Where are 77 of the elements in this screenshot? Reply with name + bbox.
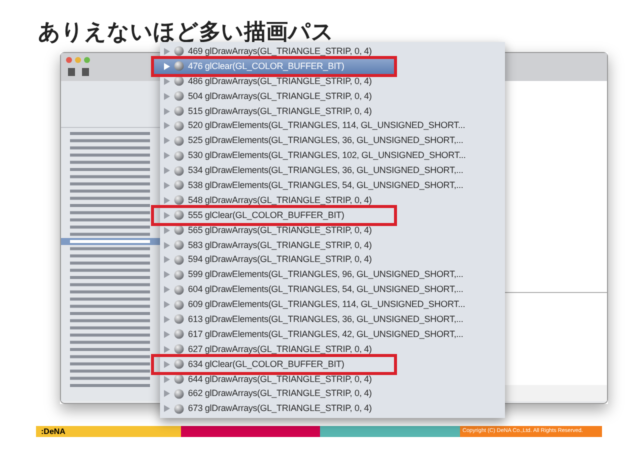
call-text: 644 glDrawArrays(GL_TRIANGLE_STRIP, 0, 4) bbox=[188, 374, 372, 384]
call-list-row[interactable]: 594 glDrawArrays(GL_TRIANGLE_STRIP, 0, 4) bbox=[160, 252, 505, 268]
sphere-icon bbox=[174, 91, 184, 102]
sphere-icon bbox=[174, 120, 184, 131]
call-list-row[interactable]: 613 glDrawElements(GL_TRIANGLES, 36, GL_UNSIGNED_SHORT,... bbox=[160, 312, 505, 327]
sphere-icon bbox=[174, 374, 184, 384]
sphere-icon bbox=[174, 225, 184, 236]
call-list-row[interactable]: 525 glDrawElements(GL_TRIANGLES, 36, GL_UNSIGNED_SHORT,... bbox=[160, 133, 505, 148]
call-text: 609 glDrawElements(GL_TRIANGLES, 114, GL_UNSIGNED_SHORT... bbox=[188, 300, 466, 310]
call-text: 538 glDrawElements(GL_TRIANGLES, 54, GL_UNSIGNED_SHORT,... bbox=[188, 180, 464, 190]
disclosure-triangle-icon[interactable] bbox=[164, 108, 170, 114]
call-list-row[interactable]: 530 glDrawElements(GL_TRIANGLES, 102, GL_UNSIGNED_SHORT... bbox=[160, 148, 505, 164]
call-list-row[interactable]: 673 glDrawArrays(GL_TRIANGLE_STRIP, 0, 4) bbox=[160, 401, 505, 416]
sphere-icon bbox=[174, 195, 184, 206]
call-text: 627 glDrawArrays(GL_TRIANGLE_STRIP, 0, 4) bbox=[188, 344, 372, 354]
call-list-row[interactable]: 644 glDrawArrays(GL_TRIANGLE_STRIP, 0, 4) bbox=[160, 372, 505, 386]
call-list-row[interactable]: 604 glDrawElements(GL_TRIANGLES, 54, GL_UNSIGNED_SHORT,... bbox=[160, 282, 505, 298]
slide-title: ありえないほど多い描画パス bbox=[38, 22, 335, 44]
call-text: 486 glDrawArrays(GL_TRIANGLE_STRIP, 0, 4) bbox=[188, 76, 372, 86]
sphere-icon bbox=[174, 136, 184, 146]
call-list-row[interactable]: 520 glDrawElements(GL_TRIANGLES, 114, GL_UNSIGNED_SHORT... bbox=[160, 118, 505, 134]
sphere-icon bbox=[174, 61, 184, 72]
call-text: 583 glDrawArrays(GL_TRIANGLE_STRIP, 0, 4) bbox=[188, 240, 372, 250]
sphere-icon bbox=[174, 240, 184, 250]
call-text: 565 glDrawArrays(GL_TRIANGLE_STRIP, 0, 4) bbox=[188, 226, 372, 235]
call-text: 476 glClear(GL_COLOR_BUFFER_BIT) bbox=[188, 62, 344, 71]
call-text: 617 glDrawElements(GL_TRIANGLES, 42, GL_UNSIGNED_SHORT,... bbox=[188, 330, 464, 339]
sphere-icon bbox=[174, 210, 184, 220]
call-text: 530 glDrawElements(GL_TRIANGLES, 102, GL_UNSIGNED_SHORT... bbox=[188, 151, 466, 160]
call-text: 673 glDrawArrays(GL_TRIANGLE_STRIP, 0, 4) bbox=[188, 404, 372, 414]
sphere-icon bbox=[174, 180, 184, 190]
sphere-icon bbox=[174, 329, 184, 340]
call-list-row[interactable]: 617 glDrawElements(GL_TRIANGLES, 42, GL_UNSIGNED_SHORT,... bbox=[160, 326, 505, 342]
sphere-icon bbox=[174, 150, 184, 161]
call-text: 515 glDrawArrays(GL_TRIANGLE_STRIP, 0, 4) bbox=[188, 106, 372, 116]
call-text: 613 glDrawElements(GL_TRIANGLES, 36, GL_UNSIGNED_SHORT,... bbox=[188, 314, 464, 324]
call-text: 534 glDrawElements(GL_TRIANGLES, 36, GL_UNSIGNED_SHORT,... bbox=[188, 166, 464, 176]
sphere-icon bbox=[174, 284, 184, 295]
sphere-icon bbox=[174, 300, 184, 310]
company-logo: :DeNA bbox=[41, 428, 66, 436]
sphere-icon bbox=[174, 388, 184, 399]
call-list-row[interactable]: 504 glDrawArrays(GL_TRIANGLE_STRIP, 0, 4) bbox=[160, 88, 505, 104]
call-list-row[interactable]: 534 glDrawElements(GL_TRIANGLES, 36, GL_UNSIGNED_SHORT,... bbox=[160, 163, 505, 178]
sphere-icon bbox=[174, 254, 184, 265]
call-list-row[interactable]: 548 glDrawArrays(GL_TRIANGLE_STRIP, 0, 4) bbox=[160, 192, 505, 208]
call-list-row[interactable]: 583 glDrawArrays(GL_TRIANGLE_STRIP, 0, 4) bbox=[160, 238, 505, 252]
sphere-icon bbox=[174, 344, 184, 354]
call-text: 604 glDrawElements(GL_TRIANGLES, 54, GL_UNSIGNED_SHORT,... bbox=[188, 285, 464, 294]
sphere-icon bbox=[174, 314, 184, 324]
call-list-row[interactable]: 486 glDrawArrays(GL_TRIANGLE_STRIP, 0, 4) bbox=[160, 74, 505, 89]
call-list-row[interactable]: 565 glDrawArrays(GL_TRIANGLE_STRIP, 0, 4) bbox=[160, 222, 505, 238]
sphere-icon bbox=[174, 166, 184, 176]
call-list-row[interactable]: 627 glDrawArrays(GL_TRIANGLE_STRIP, 0, 4) bbox=[160, 342, 505, 357]
call-list-row[interactable]: 515 glDrawArrays(GL_TRIANGLE_STRIP, 0, 4) bbox=[160, 104, 505, 118]
call-text: 599 glDrawElements(GL_TRIANGLES, 96, GL_UNSIGNED_SHORT,... bbox=[188, 270, 464, 280]
sphere-icon bbox=[174, 76, 184, 86]
call-text: 525 glDrawElements(GL_TRIANGLES, 36, GL_UNSIGNED_SHORT,... bbox=[188, 136, 464, 146]
sphere-icon bbox=[174, 359, 184, 370]
sphere-icon bbox=[174, 46, 184, 56]
sphere-icon bbox=[174, 404, 184, 414]
call-list-row[interactable]: 609 glDrawElements(GL_TRIANGLES, 114, GL_UNSIGNED_SHORT... bbox=[160, 297, 505, 312]
call-text: 634 glClear(GL_COLOR_BUFFER_BIT) bbox=[188, 360, 344, 369]
call-list-row[interactable]: 599 glDrawElements(GL_TRIANGLES, 96, GL_UNSIGNED_SHORT,... bbox=[160, 267, 505, 282]
call-text: 548 glDrawArrays(GL_TRIANGLE_STRIP, 0, 4) bbox=[188, 196, 372, 205]
sphere-icon bbox=[174, 106, 184, 116]
call-text: 555 glClear(GL_COLOR_BUFFER_BIT) bbox=[188, 210, 344, 220]
call-list-row[interactable]: 469 glDrawArrays(GL_TRIANGLE_STRIP, 0, 4) bbox=[160, 44, 505, 59]
call-text: 520 glDrawElements(GL_TRIANGLES, 114, GL_UNSIGNED_SHORT... bbox=[188, 121, 466, 130]
call-list-row[interactable]: 538 glDrawElements(GL_TRIANGLES, 54, GL_UNSIGNED_SHORT,... bbox=[160, 178, 505, 193]
call-list-row[interactable]: 662 glDrawArrays(GL_TRIANGLE_STRIP, 0, 4) bbox=[160, 386, 505, 402]
call-list-row[interactable]: 634 glClear(GL_COLOR_BUFFER_BIT) bbox=[154, 356, 394, 372]
call-text: 662 glDrawArrays(GL_TRIANGLE_STRIP, 0, 4) bbox=[188, 389, 372, 398]
call-text: 469 glDrawArrays(GL_TRIANGLE_STRIP, 0, 4) bbox=[188, 46, 372, 56]
call-text: 594 glDrawArrays(GL_TRIANGLE_STRIP, 0, 4) bbox=[188, 255, 372, 264]
call-list-row[interactable]: 555 glClear(GL_COLOR_BUFFER_BIT) bbox=[154, 208, 394, 223]
sphere-icon bbox=[174, 270, 184, 280]
call-text: 504 glDrawArrays(GL_TRIANGLE_STRIP, 0, 4) bbox=[188, 92, 372, 101]
